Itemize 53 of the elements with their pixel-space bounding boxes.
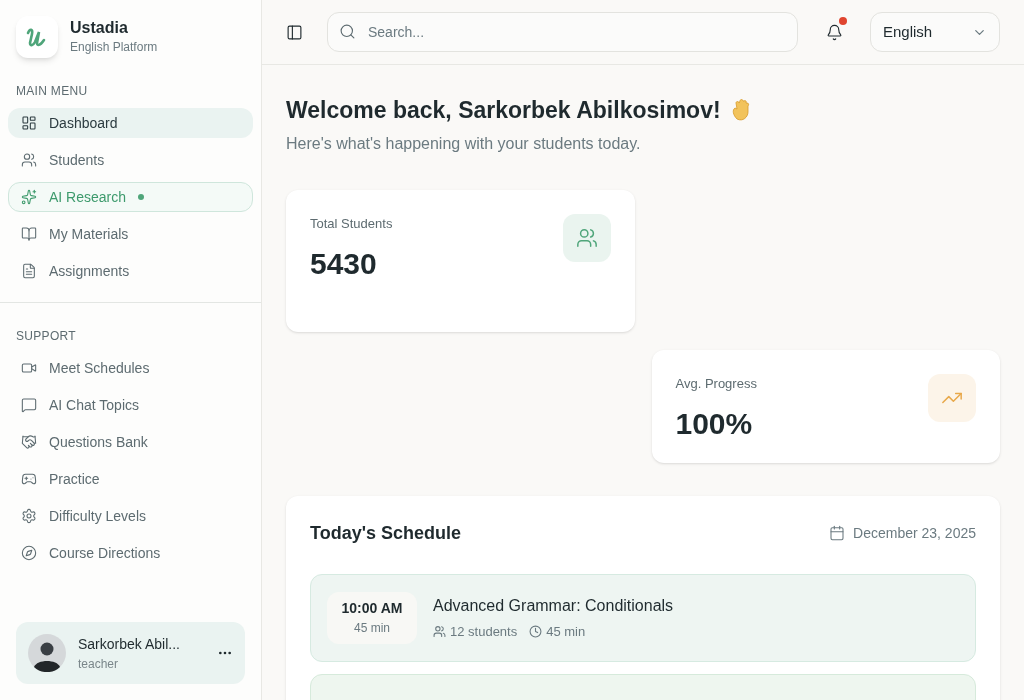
grid-icon (21, 115, 37, 131)
settings-icon (21, 508, 37, 524)
video-icon (21, 360, 37, 376)
handshake-icon (21, 434, 37, 450)
schedule-date: December 23, 2025 (853, 523, 976, 543)
users-icon (21, 152, 37, 168)
sidebar-item[interactable]: Students (8, 145, 253, 175)
section-heading: MAIN MENU (15, 83, 89, 100)
book-icon (21, 226, 37, 242)
stat-value: 5430 (310, 246, 378, 282)
search-field[interactable]: Search... (327, 12, 798, 52)
search-icon (339, 23, 356, 40)
calendar-icon (829, 525, 846, 541)
welcome-title: Welcome back, Sarkorbek Abilkosimov! (286, 96, 721, 125)
stat-label: Total Students (310, 214, 393, 233)
sidebar-item[interactable]: Meet Schedules (8, 353, 253, 383)
language-select[interactable]: English (870, 12, 1000, 52)
clock-icon (529, 625, 543, 638)
avatar (28, 634, 66, 672)
users-icon (433, 625, 446, 638)
schedule-title: Today's Schedule (310, 521, 461, 545)
section-heading: SUPPORT (15, 328, 77, 345)
sidebar-item[interactable]: Practice (8, 464, 253, 494)
document-icon (21, 263, 37, 279)
sidebar-item[interactable]: My Materials (8, 219, 253, 249)
sidebar-item[interactable]: Questions Bank (8, 427, 253, 457)
sidebar-toggle-icon[interactable] (286, 23, 303, 41)
brand-name: Ustadia (70, 18, 129, 38)
stat-label: Avg. Progress (675, 374, 757, 393)
sidebar-item[interactable]: Assignments (8, 256, 253, 286)
user-card[interactable]: Sarkorbek Abil... teacher (16, 622, 245, 684)
sidebar-item[interactable]: Difficulty Levels (8, 501, 253, 531)
student-count: 12 students (450, 622, 518, 641)
user-role: teacher (78, 655, 120, 673)
time-label: 10:00 AM (341, 599, 403, 618)
lesson-title: Advanced Grammar: Conditionals (433, 595, 674, 616)
logo-icon (16, 16, 58, 58)
stat-value: 100% (675, 406, 754, 442)
compass-icon (21, 545, 37, 561)
user-name: Sarkorbek Abil... (78, 634, 181, 654)
brand-subtitle: English Platform (70, 39, 158, 56)
duration-label: 45 min (354, 620, 390, 637)
sidebar-item[interactable]: AI Chat Topics (8, 390, 253, 420)
schedule-item[interactable]: 10:00 AM 45 min Advanced Grammar: Conditionals 12 students 45 min (310, 573, 976, 662)
sidebar-item[interactable]: AI Research (8, 182, 253, 212)
chat-icon (21, 397, 37, 413)
bell-icon (825, 23, 843, 41)
gamepad-icon (21, 471, 37, 487)
welcome-subtitle: Here's what's happening with your students today. (286, 133, 642, 154)
sidebar-item[interactable]: Dashboard (8, 108, 253, 138)
lesson-length: 45 min (546, 622, 586, 641)
sidebar-item[interactable]: Course Directions (8, 538, 253, 568)
sparkles-icon (21, 189, 37, 205)
